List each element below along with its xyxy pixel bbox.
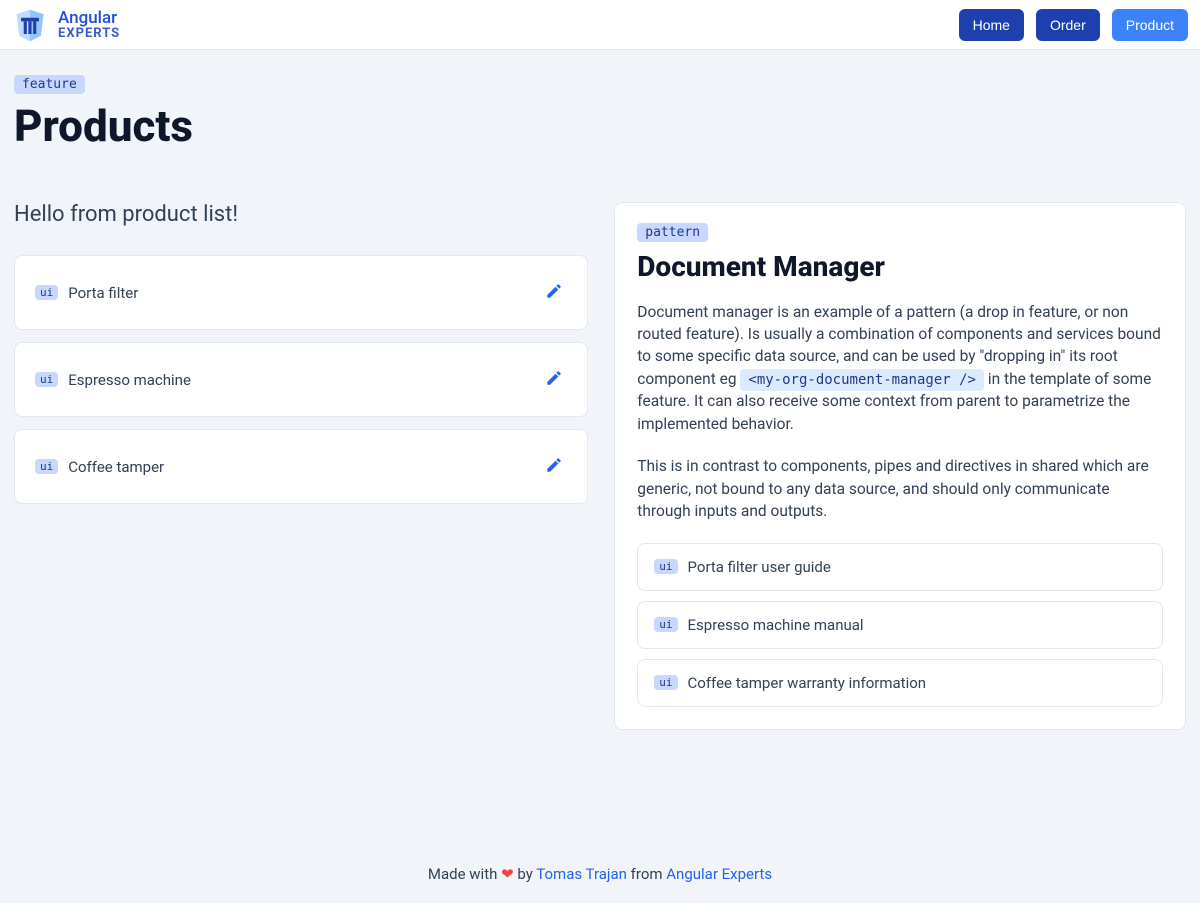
product-card[interactable]: ui Coffee tamper [14,429,588,504]
footer-made-with: Made with [428,865,501,883]
footer-from: from [631,865,667,883]
app-header: Angular EXPERTS Home Order Product [0,0,1200,50]
logo-line-2: EXPERTS [58,27,120,40]
ui-badge: ui [35,459,58,474]
pencil-icon [545,375,563,390]
main-content: feature Products Hello from product list… [0,50,1200,847]
pencil-icon [545,462,563,477]
footer-author-link[interactable]: Tomas Trajan [536,865,627,883]
page-title: Products [14,100,1186,152]
ui-badge: ui [654,617,677,632]
product-card[interactable]: ui Porta filter [14,255,588,330]
product-list-column: Hello from product list! ui Porta filter [14,202,588,504]
edit-button[interactable] [541,278,567,307]
document-manager-panel: pattern Document Manager Document manage… [614,202,1186,729]
logo[interactable]: Angular EXPERTS [12,7,120,43]
product-card-list: ui Porta filter ui Espresso machine [14,255,588,504]
product-name: Espresso machine [68,371,191,389]
panel-body: Document manager is an example of a patt… [637,301,1163,523]
logo-text: Angular EXPERTS [58,10,120,40]
edit-button[interactable] [541,452,567,481]
ui-badge: ui [654,675,677,690]
page-badge: feature [14,75,85,94]
footer-org-link[interactable]: Angular Experts [666,865,772,883]
hello-text: Hello from product list! [14,202,588,227]
panel-paragraph-2: This is in contrast to components, pipes… [637,455,1163,522]
nav-order[interactable]: Order [1036,9,1100,41]
product-card[interactable]: ui Espresso machine [14,342,588,417]
heart-icon: ❤ [501,865,514,883]
pencil-icon [545,288,563,303]
document-card[interactable]: ui Porta filter user guide [637,543,1163,591]
document-name: Espresso machine manual [688,616,864,634]
ui-badge: ui [35,285,58,300]
nav-home[interactable]: Home [959,9,1024,41]
document-card[interactable]: ui Espresso machine manual [637,601,1163,649]
logo-line-1: Angular [58,10,120,27]
angular-experts-logo-icon [12,7,48,43]
product-name: Coffee tamper [68,458,164,476]
ui-badge: ui [35,372,58,387]
panel-title: Document Manager [637,250,1163,283]
edit-button[interactable] [541,365,567,394]
nav-product[interactable]: Product [1112,9,1188,41]
document-card[interactable]: ui Coffee tamper warranty information [637,659,1163,707]
code-snippet: <my-org-document-manager /> [740,369,984,391]
panel-paragraph-1: Document manager is an example of a patt… [637,301,1163,436]
document-name: Coffee tamper warranty information [688,674,927,692]
document-name: Porta filter user guide [688,558,831,576]
footer: Made with ❤ by Tomas Trajan from Angular… [0,847,1200,903]
footer-by: by [517,865,536,883]
main-nav: Home Order Product [959,9,1188,41]
ui-badge: ui [654,559,677,574]
document-list: ui Porta filter user guide ui Espresso m… [637,543,1163,707]
product-name: Porta filter [68,284,138,302]
panel-badge: pattern [637,223,708,242]
